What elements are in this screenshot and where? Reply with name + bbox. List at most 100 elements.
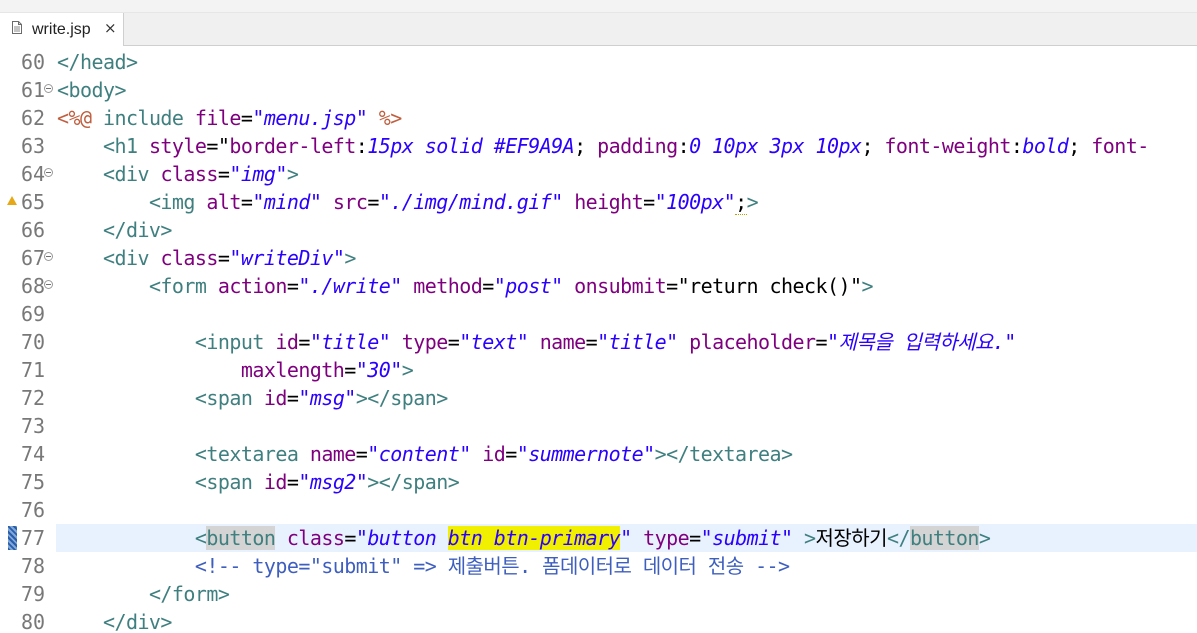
code-text[interactable]: <textarea name="content" id="summernote"… [57,440,793,468]
code-text[interactable]: </div> [57,216,173,244]
code-text[interactable]: <form action="./write" method="post" ons… [57,272,874,300]
code-text[interactable]: <div class="writeDiv"> [57,244,356,272]
line-number: 78 [21,554,46,578]
code-text[interactable]: <%@ include file="menu.jsp" %> [57,104,402,132]
code-token: "text" [459,330,529,354]
line-number: 67 [21,246,46,270]
code-line[interactable]: 69 [0,300,1197,328]
code-text[interactable]: <span id="msg"></span> [57,384,448,412]
code-text[interactable]: </div> [57,608,173,633]
code-token: id [263,470,288,494]
code-token: <!-- type="submit" => 제출버튼. 폼데이터로 데이터 전송… [194,554,790,578]
code-line[interactable]: 77 <button class="button btn btn-primary… [0,524,1197,552]
code-token: <input [194,330,276,354]
code-token: ></span> [367,470,460,494]
code-editor[interactable]: 60 </head> 61 <body> 62 <%@ include file="men… [0,46,1197,633]
code-token: height [574,190,644,214]
code-line[interactable]: 65 <img alt="mind" src="./img/mind.gif" … [0,188,1197,216]
code-token: <textarea [194,442,310,466]
code-token: > [804,526,816,550]
code-token: </div> [102,218,173,242]
code-line[interactable]: 63 <h1 style="border-left:15px solid #EF… [0,132,1197,160]
code-token: = [689,526,701,550]
code-text[interactable]: <span id="msg2"></span> [57,468,460,496]
code-text[interactable]: </head> [57,48,138,76]
code-token: class [286,526,345,550]
code-line[interactable]: 61 <body> [0,76,1197,104]
code-text[interactable]: <!-- type="submit" => 제출버튼. 폼데이터로 데이터 전송… [57,552,790,580]
code-line[interactable]: 74 <textarea name="content" id="summerno… [0,440,1197,468]
code-token: > [286,162,299,186]
code-token: id [275,330,299,354]
code-text[interactable]: <div class="img"> [57,160,299,188]
line-number: 73 [21,414,46,438]
code-line[interactable]: 71 maxlength="30"> [0,356,1197,384]
code-line[interactable]: 60 </head> [0,48,1197,76]
code-line[interactable]: 62 <%@ include file="menu.jsp" %> [0,104,1197,132]
warning-icon[interactable] [7,196,17,205]
editor-tab-bar: write.jsp × [0,13,1197,46]
code-line[interactable]: 68 <form action="./write" method="post" … [0,272,1197,300]
code-token: <h1 [102,134,149,158]
line-number: 69 [21,302,46,326]
code-token: %> [378,106,403,130]
line-number: 68 [21,274,46,298]
fold-toggle-icon[interactable] [44,168,53,177]
code-token: maxlength [240,358,345,382]
code-line[interactable]: 67 <div class="writeDiv"> [0,244,1197,272]
code-token: = [240,106,253,130]
code-token: <img [148,190,207,214]
code-token: = [240,190,253,214]
line-number: 64 [21,162,46,186]
code-token: id [263,386,288,410]
close-icon[interactable]: × [104,19,120,37]
code-line[interactable]: 79 </form> [0,580,1197,608]
code-text[interactable]: <img alt="mind" src="./img/mind.gif" hei… [57,188,759,216]
code-token: < [194,526,207,550]
code-line[interactable]: 76 [0,496,1197,524]
code-text[interactable]: <body> [57,76,127,104]
fold-toggle-icon[interactable] [44,252,53,261]
code-token: 0 10px 3px 10px [689,134,862,158]
code-token: "summernote" [516,442,655,466]
code-line[interactable]: 64 <div class="img"> [0,160,1197,188]
fold-toggle-icon[interactable] [44,280,53,289]
code-line[interactable]: 75 <span id="msg2"></span> [0,468,1197,496]
code-token: id [482,442,506,466]
code-line[interactable]: 66 </div> [0,216,1197,244]
code-token: </form> [148,582,230,606]
code-token: "./write" [298,274,402,298]
code-line[interactable]: 78 <!-- type="submit" => 제출버튼. 폼데이터로 데이터… [0,552,1197,580]
fold-toggle-icon[interactable] [44,84,53,93]
code-text[interactable]: </form> [57,580,230,608]
code-text[interactable]: <h1 style="border-left:15px solid #EF9A9… [57,132,1149,160]
tab-write-jsp[interactable]: write.jsp × [0,13,124,46]
line-number: 79 [21,582,46,606]
code-token: include [91,106,195,130]
code-line[interactable]: 72 <span id="msg"></span> [0,384,1197,412]
code-token: ="return check()" [666,274,862,298]
code-text[interactable]: <button class="button btn btn-primary" t… [57,524,991,552]
code-token: src [332,190,368,214]
code-token: padding [597,134,678,158]
code-token: = [367,190,379,214]
code-token: name [539,330,587,354]
code-token: =" [206,134,230,158]
code-text[interactable]: maxlength="30"> [57,356,414,384]
code-token: 15px solid #EF9A9A [367,134,575,158]
code-line[interactable]: 73 [0,412,1197,440]
code-line[interactable]: 80 </div> [0,608,1197,633]
code-line[interactable]: 70 <input id="title" type="text" name="t… [0,328,1197,356]
code-token: "title" [309,330,391,354]
code-token: <%@ [57,106,92,130]
code-text[interactable]: <input id="title" type="text" name="titl… [57,328,1016,356]
